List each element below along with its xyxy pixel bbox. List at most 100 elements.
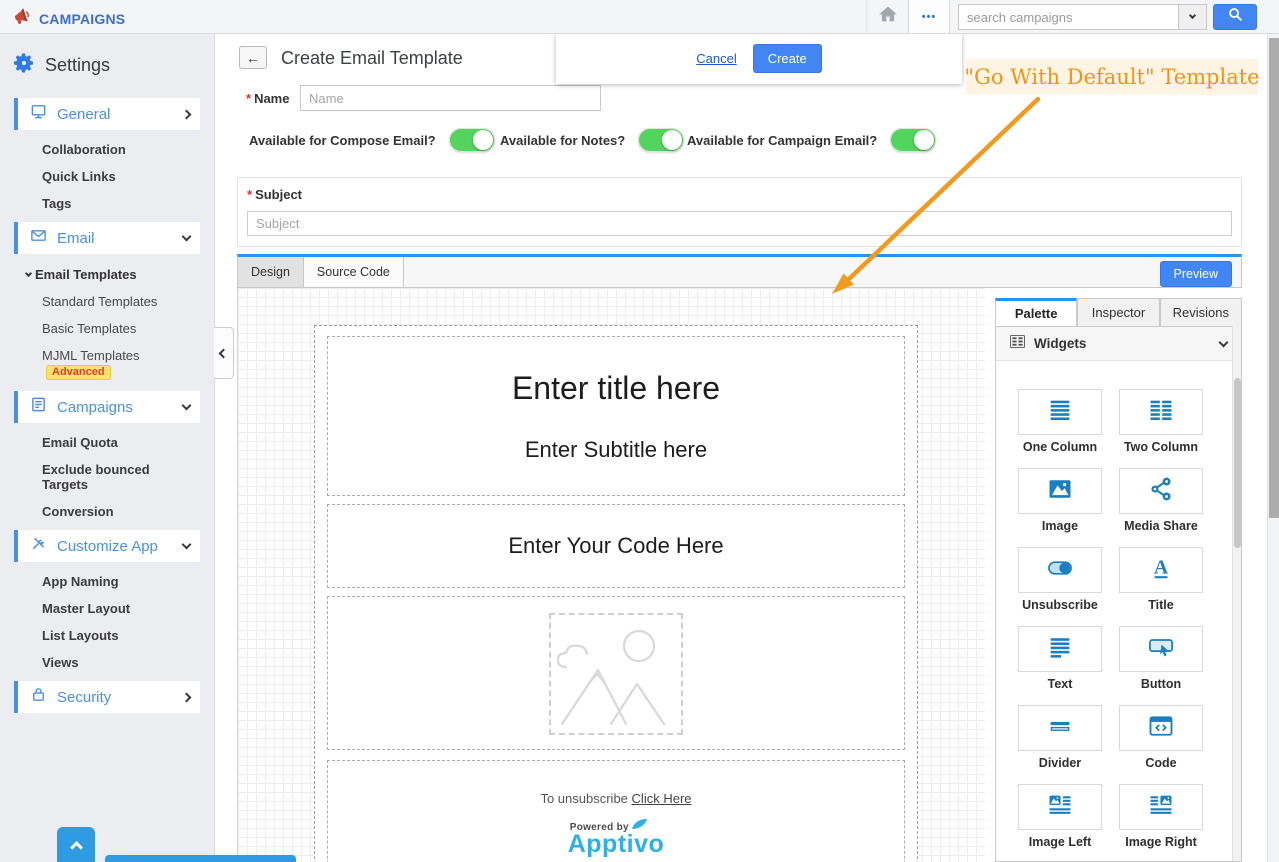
sidebar-section-security[interactable]: Security xyxy=(14,681,200,713)
sidebar-section-customize-app[interactable]: Customize App xyxy=(14,530,200,562)
unsubscribe-line: To unsubscribe Click Here xyxy=(540,791,692,806)
tab-inspector[interactable]: Inspector xyxy=(1077,298,1160,326)
sidebar-item-app-naming[interactable]: App Naming xyxy=(0,568,214,595)
name-input[interactable] xyxy=(300,85,601,111)
sidebar-section-campaigns[interactable]: Campaigns xyxy=(14,391,200,423)
sidebar-collapse-handle[interactable] xyxy=(214,327,234,379)
sidebar-item-email-quota[interactable]: Email Quota xyxy=(0,429,214,456)
page-scrollbar-thumb[interactable] xyxy=(1269,38,1279,518)
ellipsis-icon: ••• xyxy=(921,10,937,23)
widgets-accordion-header[interactable]: Widgets xyxy=(996,327,1241,361)
tab-source-code[interactable]: Source Code xyxy=(303,257,404,287)
app-brand[interactable]: CAMPAIGNS xyxy=(12,6,125,31)
widget-code[interactable]: Code xyxy=(1119,705,1203,772)
widget-label: Unsubscribe xyxy=(1022,598,1098,612)
image-placeholder[interactable] xyxy=(549,613,683,735)
widget-two-column[interactable]: Two Column xyxy=(1119,389,1203,456)
image-left-icon xyxy=(1046,791,1074,824)
top-bar: CAMPAIGNS ••• xyxy=(0,0,1279,34)
sidebar-item-mjml-templates[interactable]: MJML TemplatesAdvanced xyxy=(0,342,214,386)
chevron-down-icon xyxy=(1188,11,1197,20)
unsubscribe-link[interactable]: Click Here xyxy=(632,791,692,806)
palette-body: Widgets One Column Two Column Image Media S… xyxy=(995,326,1242,862)
widget-label: Two Column xyxy=(1123,440,1199,454)
widget-title[interactable]: A Title xyxy=(1119,547,1203,614)
unsubscribe-icon xyxy=(1046,554,1074,587)
sidebar-item-quick-links[interactable]: Quick Links xyxy=(0,163,214,190)
image-block[interactable] xyxy=(327,596,905,750)
megaphone-icon xyxy=(12,6,32,31)
widget-image-left[interactable]: Image Left xyxy=(1018,784,1102,851)
sidebar-section-general[interactable]: General xyxy=(14,98,200,130)
subject-input[interactable] xyxy=(247,211,1232,236)
search-scope-dropdown[interactable] xyxy=(1178,4,1207,30)
editor-tabbar: Design Source Code Preview xyxy=(237,254,1242,288)
email-icon xyxy=(30,227,47,249)
subtitle-placeholder[interactable]: Enter Subtitle here xyxy=(525,437,707,463)
home-button[interactable] xyxy=(866,0,908,33)
palette-tabbar: Palette Inspector Revisions xyxy=(995,298,1242,326)
chevron-right-icon xyxy=(181,692,192,702)
tab-palette[interactable]: Palette xyxy=(995,298,1078,326)
palette-scrollbar xyxy=(1232,326,1241,861)
widget-button[interactable]: Button xyxy=(1119,626,1203,693)
widget-image-right[interactable]: Image Right xyxy=(1119,784,1203,851)
widget-label: Title xyxy=(1148,598,1174,612)
scroll-to-top-button[interactable] xyxy=(57,827,95,862)
sidebar-item-views[interactable]: Views xyxy=(0,649,214,676)
palette-scrollbar-thumb[interactable] xyxy=(1234,378,1241,548)
compose-email-toggle-label: Available for Compose Email? xyxy=(249,132,436,148)
sidebar-item-conversion[interactable]: Conversion xyxy=(0,498,214,525)
tab-revisions[interactable]: Revisions xyxy=(1159,298,1242,326)
more-options-button[interactable]: ••• xyxy=(908,0,950,33)
sidebar-item-tags[interactable]: Tags xyxy=(0,190,214,217)
title-placeholder[interactable]: Enter title here xyxy=(512,370,720,407)
widget-media-share[interactable]: Media Share xyxy=(1119,468,1203,535)
general-icon xyxy=(30,103,47,125)
widget-grid: One Column Two Column Image Media Share Unsu… xyxy=(996,361,1206,861)
widget-unsubscribe[interactable]: Unsubscribe xyxy=(1018,547,1102,614)
cancel-link[interactable]: Cancel xyxy=(696,51,736,66)
sidebar-item-basic-templates[interactable]: Basic Templates xyxy=(0,315,214,342)
sidebar-group-email-templates[interactable]: Email Templates xyxy=(0,260,214,288)
code-block[interactable]: Enter Your Code Here xyxy=(327,504,905,588)
action-bar: Cancel Create xyxy=(556,32,962,84)
widget-divider[interactable]: Divider xyxy=(1018,705,1102,772)
sidebar-item-master-layout[interactable]: Master Layout xyxy=(0,595,214,622)
chevron-down-icon xyxy=(24,269,33,278)
gear-icon xyxy=(12,51,36,80)
create-button[interactable]: Create xyxy=(752,43,822,73)
image-icon xyxy=(1046,475,1074,508)
widget-text[interactable]: Text xyxy=(1018,626,1102,693)
sidebar-item-standard-templates[interactable]: Standard Templates xyxy=(0,288,214,315)
widget-label: Button xyxy=(1140,677,1182,691)
search-button[interactable] xyxy=(1213,4,1257,30)
sidebar-item-exclude-bounced-targets[interactable]: Exclude bounced Targets xyxy=(0,456,165,498)
sidebar-item-list-layouts[interactable]: List Layouts xyxy=(0,622,214,649)
widget-one-column[interactable]: One Column xyxy=(1018,389,1102,456)
svg-text:A: A xyxy=(1154,556,1169,578)
email-template-document[interactable]: Enter title here Enter Subtitle here Ent… xyxy=(314,325,918,862)
search-icon xyxy=(1228,7,1243,27)
app-title: CAMPAIGNS xyxy=(39,10,126,27)
title-block[interactable]: Enter title here Enter Subtitle here xyxy=(327,336,905,496)
sidebar-item-collaboration[interactable]: Collaboration xyxy=(0,136,214,163)
toggle-knob xyxy=(662,130,683,150)
sidebar-section-email[interactable]: Email xyxy=(14,222,200,254)
preview-button[interactable]: Preview xyxy=(1159,261,1232,287)
widget-label: One Column xyxy=(1022,440,1098,454)
widget-label: Divider xyxy=(1038,756,1082,770)
compose-email-toggle[interactable] xyxy=(448,128,495,152)
tab-design[interactable]: Design xyxy=(238,257,304,287)
chevron-down-icon xyxy=(1218,337,1229,347)
campaign-email-toggle[interactable] xyxy=(890,128,937,152)
widget-image[interactable]: Image xyxy=(1018,468,1102,535)
footer-block[interactable]: To unsubscribe Click Here Powered by App… xyxy=(327,760,905,862)
subject-label: * Subject xyxy=(247,187,303,202)
widget-label: Media Share xyxy=(1124,519,1198,533)
chevron-down-icon xyxy=(181,231,192,242)
search-input[interactable] xyxy=(958,4,1178,30)
notes-toggle[interactable] xyxy=(638,128,685,152)
design-canvas[interactable]: Enter title here Enter Subtitle here Ent… xyxy=(237,288,985,862)
back-button[interactable]: ← xyxy=(239,46,267,69)
